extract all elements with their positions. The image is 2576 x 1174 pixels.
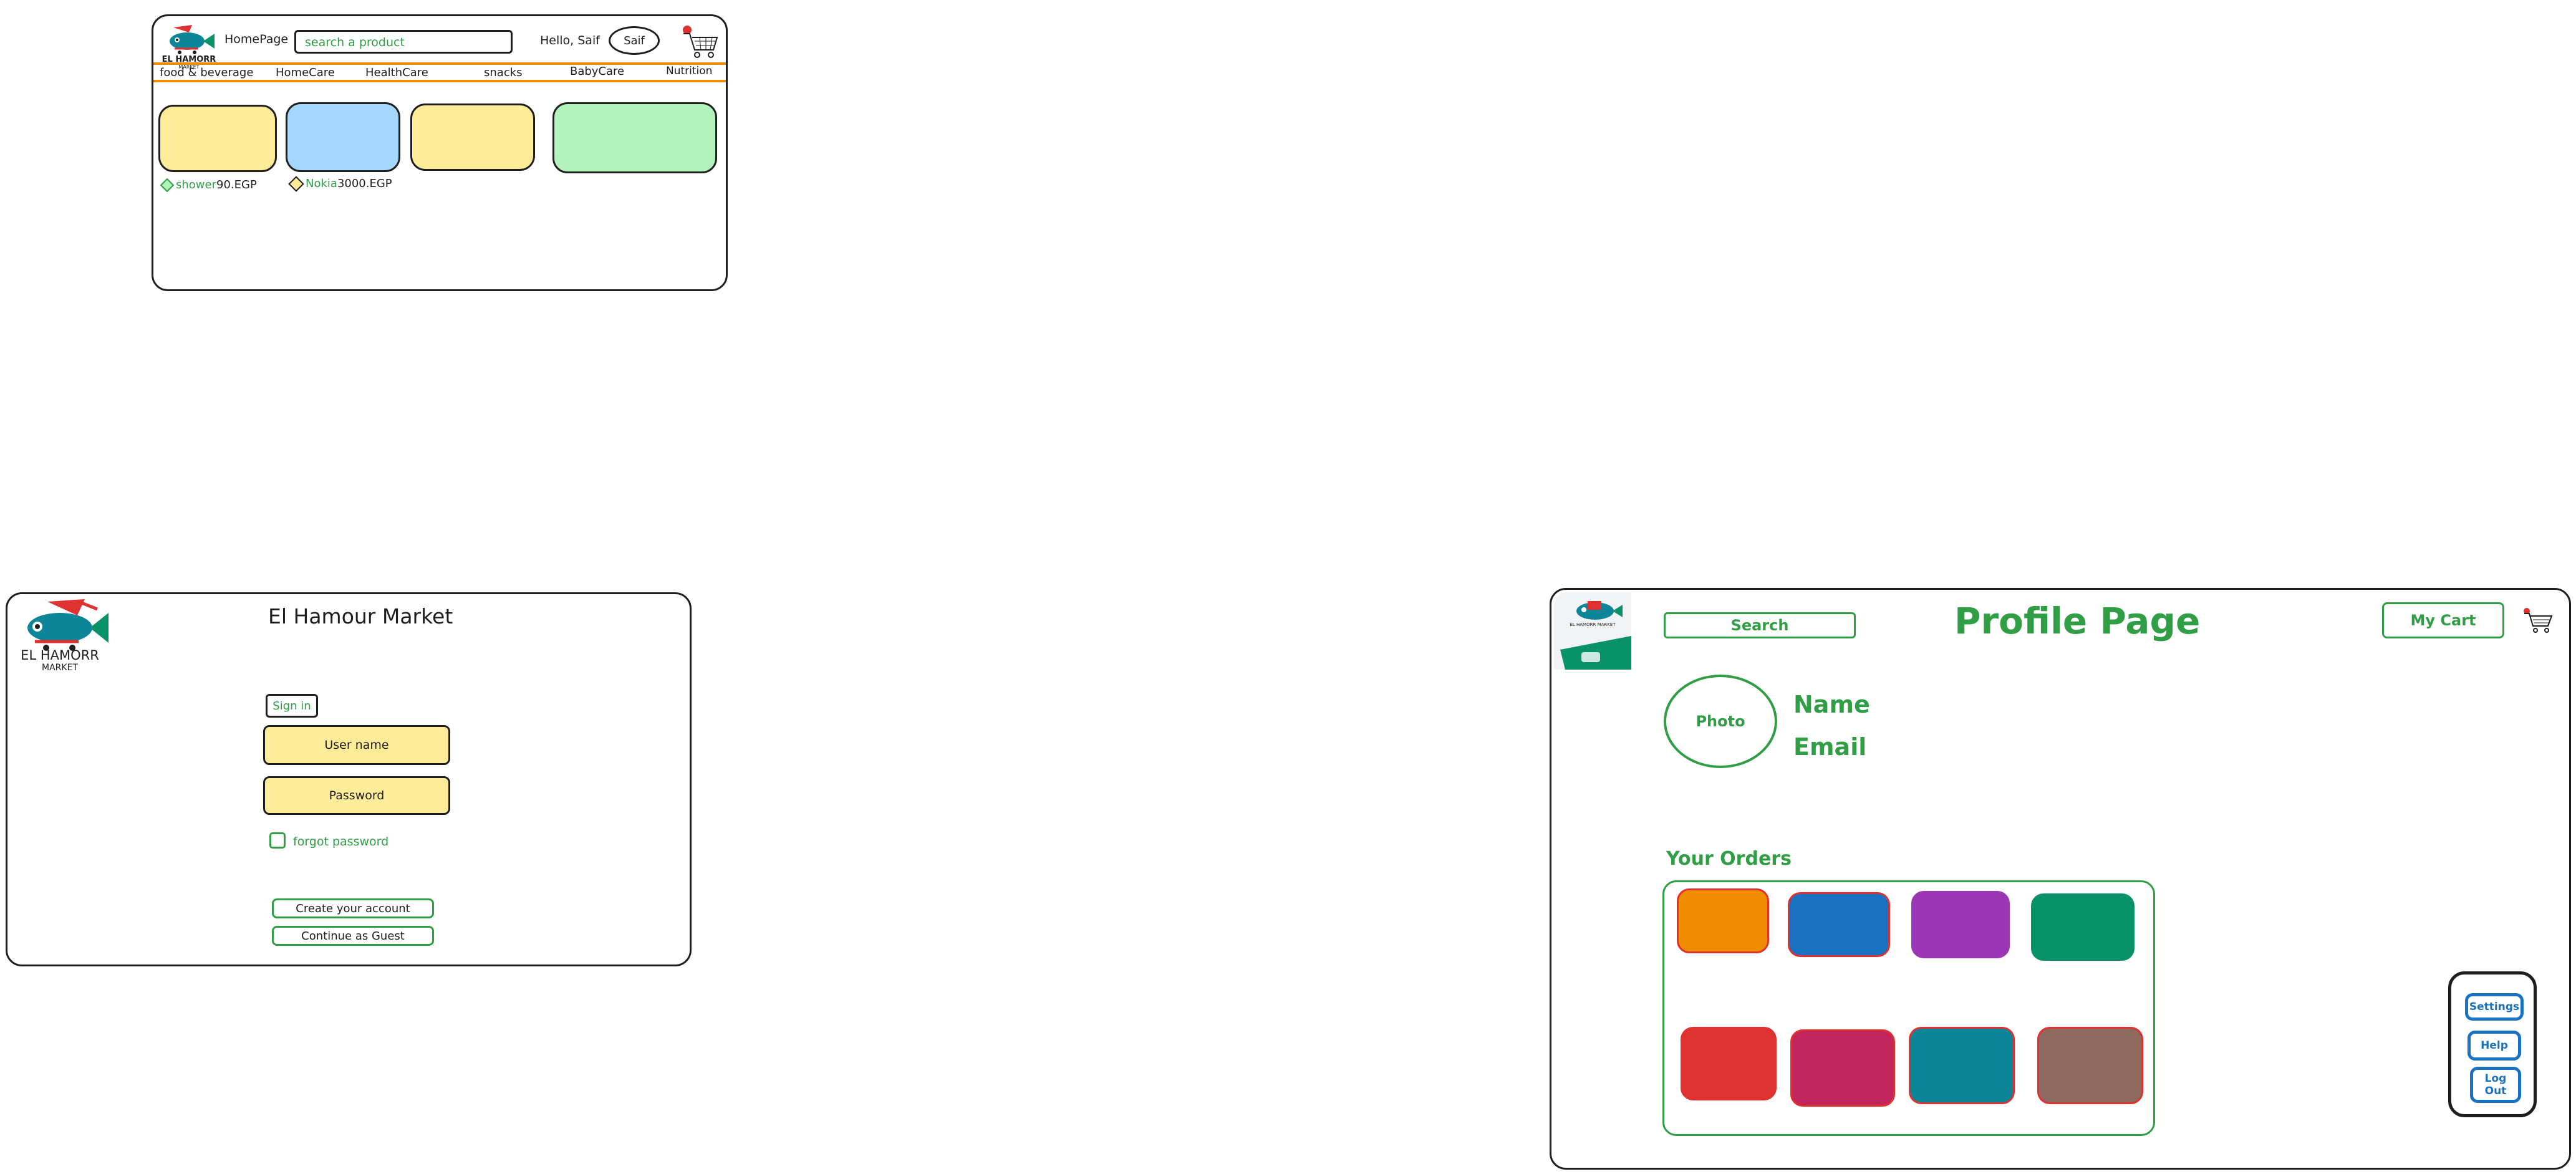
password-field[interactable]: Password	[263, 776, 450, 815]
profile-logo[interactable]: EL HAMORR MARKET	[1554, 592, 1631, 670]
account-menu-panel: Settings Help Log Out	[2448, 971, 2537, 1117]
product-label-2[interactable]: Nokia 3000.EGP	[288, 175, 392, 192]
category-home-tab-3[interactable]: snacks	[484, 66, 523, 79]
sign-in-button[interactable]: Sign in	[266, 694, 318, 718]
product-name-2: Nokia	[306, 177, 337, 190]
category-bar-top-line	[153, 62, 726, 65]
cart-icon	[683, 26, 718, 58]
user-button-label: Saif	[624, 34, 645, 47]
continue-guest-label: Continue as Guest	[301, 929, 405, 943]
profile-page-title: Profile Page	[1954, 600, 2201, 642]
my-cart-label: My Cart	[2410, 612, 2476, 629]
category-home-tab-0[interactable]: food & beverage	[160, 66, 253, 79]
product-card-2[interactable]	[286, 102, 400, 172]
profile-search-button[interactable]: Search	[1664, 612, 1856, 638]
category-home-tab-1[interactable]: HomeCare	[276, 66, 335, 79]
log-out-label: Log Out	[2484, 1072, 2507, 1097]
log-out-button[interactable]: Log Out	[2470, 1067, 2521, 1103]
settings-label: Settings	[2469, 1001, 2520, 1013]
login-logo-sub: MARKET	[42, 663, 78, 673]
profile-cart-button[interactable]	[2522, 606, 2554, 635]
greeting-text: Hello, Saif	[540, 34, 600, 47]
diamond-icon	[160, 178, 175, 192]
profile-email: Email	[1793, 733, 1867, 761]
category-home-tab-5[interactable]: Nutrition	[666, 65, 712, 77]
order-card-2[interactable]	[1788, 892, 1890, 957]
create-account-label: Create your account	[296, 902, 410, 915]
product-price-2: 3000.EGP	[337, 177, 392, 190]
orders-container	[1662, 880, 2155, 1136]
profile-photo[interactable]: Photo	[1664, 675, 1777, 768]
diamond-icon	[288, 175, 304, 192]
order-card-6[interactable]	[1790, 1029, 1895, 1107]
order-card-4[interactable]	[2031, 893, 2135, 961]
password-label: Password	[329, 789, 385, 802]
create-account-button[interactable]: Create your account	[272, 898, 434, 918]
product-price-1: 90.EGP	[216, 178, 257, 191]
order-card-3[interactable]	[1911, 891, 2010, 958]
username-field[interactable]: User name	[263, 725, 450, 765]
login-title: El Hamour Market	[268, 604, 453, 628]
my-cart-button[interactable]: My Cart	[2382, 602, 2504, 638]
order-card-8[interactable]	[2037, 1027, 2143, 1104]
category-bar-bottom-line	[153, 80, 726, 82]
profile-search-label: Search	[1730, 617, 1789, 634]
product-card-1[interactable]	[158, 105, 277, 172]
continue-guest-button[interactable]: Continue as Guest	[272, 926, 434, 946]
profile-name: Name	[1793, 691, 1870, 718]
your-orders-title: Your Orders	[1666, 848, 1792, 870]
fish-logo-icon	[170, 25, 215, 54]
help-label: Help	[2481, 1039, 2508, 1052]
category-home-tab-2[interactable]: HealthCare	[365, 66, 428, 79]
profile-page-frame: EL HAMORR MARKET Search Profile Page My …	[1550, 588, 2571, 1170]
svg-text:EL HAMORR MARKET: EL HAMORR MARKET	[1570, 622, 1616, 627]
search-placeholder: search a product	[305, 36, 405, 49]
product-name-1: shower	[176, 178, 216, 191]
login-logo[interactable]: EL HAMORR MARKET	[10, 597, 110, 673]
category-home-tab-4[interactable]: BabyCare	[570, 65, 624, 78]
product-search-input[interactable]: search a product	[294, 30, 513, 54]
order-card-7[interactable]	[1909, 1027, 2015, 1104]
username-label: User name	[324, 738, 389, 752]
user-button[interactable]: Saif	[609, 26, 660, 55]
login-logo-title: EL HAMORR	[21, 648, 99, 663]
product-card-3[interactable]	[410, 103, 535, 171]
profile-photo-label: Photo	[1696, 713, 1745, 730]
login-page-frame: EL HAMORR MARKET El Hamour Market Sign i…	[6, 592, 692, 966]
settings-button[interactable]: Settings	[2465, 993, 2524, 1021]
product-card-4[interactable]	[552, 102, 717, 173]
order-card-5[interactable]	[1681, 1027, 1777, 1100]
cart-icon	[2524, 608, 2553, 633]
sign-in-label: Sign in	[273, 699, 311, 713]
home-page-frame: EL HAMORR MARKET HomePage search a produ…	[152, 14, 728, 291]
product-label-1[interactable]: shower 90.EGP	[160, 178, 257, 192]
cart-button[interactable]	[680, 24, 721, 60]
help-button[interactable]: Help	[2467, 1031, 2521, 1061]
fish-logo-icon: EL HAMORR MARKET	[1560, 601, 1631, 670]
forgot-password-link[interactable]: forgot password	[293, 835, 388, 849]
order-card-1[interactable]	[1677, 888, 1769, 953]
nav-homepage-link[interactable]: HomePage	[224, 32, 288, 46]
fish-logo-icon	[27, 599, 109, 651]
forgot-password-checkbox[interactable]	[269, 832, 286, 849]
